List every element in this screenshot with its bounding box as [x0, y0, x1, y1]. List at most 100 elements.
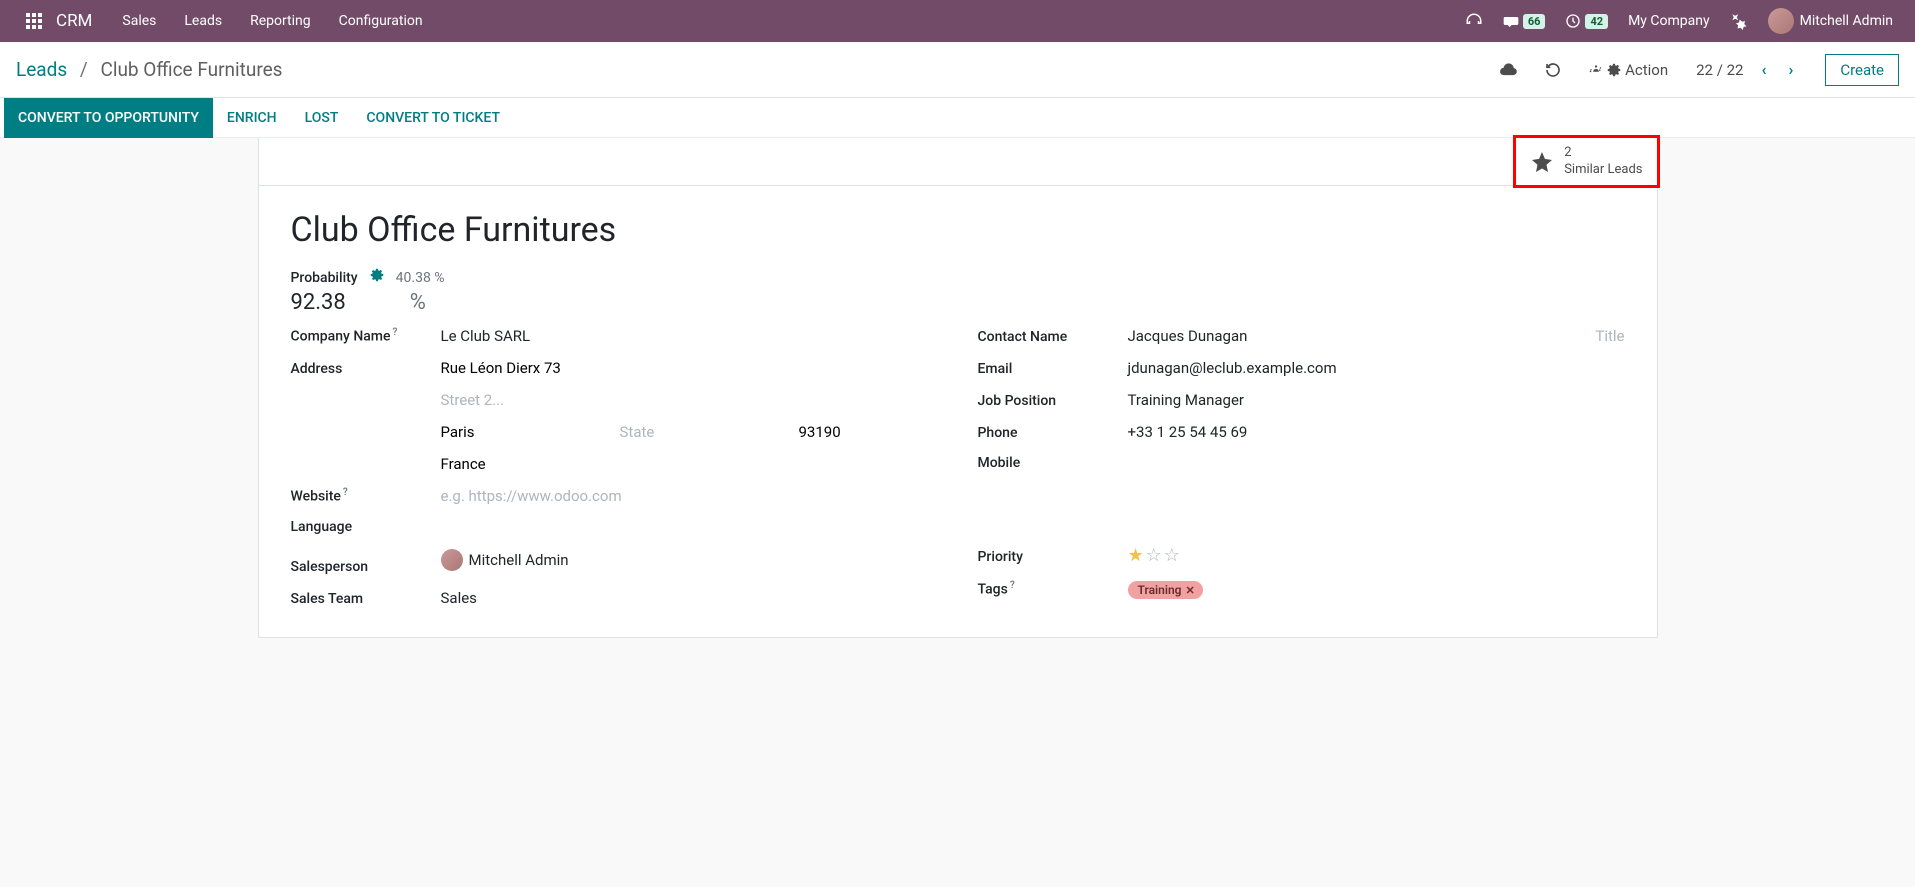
- salesperson-field[interactable]: Mitchell Admin: [441, 549, 938, 571]
- form-container: 2 Similar Leads Club Office Furnitures P…: [0, 138, 1915, 638]
- convert-opportunity-button[interactable]: CONVERT TO OPPORTUNITY: [4, 98, 213, 138]
- breadcrumb: Leads / Club Office Furnitures: [16, 58, 282, 81]
- status-bar: CONVERT TO OPPORTUNITY ENRICH LOST CONVE…: [0, 98, 1915, 138]
- zip-field[interactable]: 93190: [799, 423, 938, 441]
- language-row: Language: [291, 519, 938, 535]
- probability-value[interactable]: 92.38: [291, 290, 346, 315]
- similar-leads-label: Similar Leads: [1564, 162, 1642, 179]
- lost-button[interactable]: LOST: [291, 98, 353, 138]
- navbar-left: CRM Sales Leads Reporting Configuration: [16, 0, 437, 42]
- company-switcher[interactable]: My Company: [1622, 0, 1716, 42]
- convert-ticket-button[interactable]: CONVERT TO TICKET: [352, 98, 514, 138]
- avatar-icon: [441, 549, 463, 571]
- company-name-label: Company Name?: [291, 327, 441, 345]
- mobile-row: Mobile: [978, 455, 1625, 471]
- address-row: Address Rue Léon Dierx 73 Street 2... Pa…: [291, 359, 938, 473]
- website-label: Website?: [291, 487, 441, 505]
- gear-icon[interactable]: [370, 268, 384, 282]
- website-field[interactable]: e.g. https://www.odoo.com: [441, 487, 938, 505]
- address-grid: Rue Léon Dierx 73 Street 2... Paris Stat…: [441, 359, 938, 473]
- phone-field[interactable]: +33 1 25 54 45 69: [1128, 423, 1625, 441]
- company-name-row: Company Name? Le Club SARL: [291, 327, 938, 345]
- pager-prev[interactable]: ‹: [1757, 60, 1770, 79]
- probability-auto-value: 40.38 %: [396, 270, 445, 286]
- email-row: Email jdunagan@leclub.example.com: [978, 359, 1625, 377]
- nav-configuration[interactable]: Configuration: [325, 0, 437, 42]
- create-button[interactable]: Create: [1825, 54, 1899, 86]
- similar-leads-button[interactable]: 2 Similar Leads: [1516, 138, 1656, 185]
- probability-symbol: %: [410, 290, 426, 315]
- country-field[interactable]: France: [441, 455, 938, 473]
- phone-label: Phone: [978, 425, 1128, 441]
- email-label: Email: [978, 361, 1128, 377]
- activities-badge: 42: [1585, 14, 1608, 29]
- similar-leads-count: 2: [1564, 145, 1642, 162]
- nav-sales[interactable]: Sales: [108, 0, 170, 42]
- sales-team-field[interactable]: Sales: [441, 589, 938, 607]
- close-icon[interactable]: ✕: [1186, 584, 1195, 597]
- street-field[interactable]: Rue Léon Dierx 73: [441, 359, 938, 377]
- street2-field[interactable]: Street 2...: [441, 391, 938, 409]
- pager-value[interactable]: 22 / 22: [1696, 61, 1743, 79]
- priority-label: Priority: [978, 549, 1128, 565]
- help-icon[interactable]: ?: [343, 487, 348, 498]
- breadcrumb-root[interactable]: Leads: [16, 58, 67, 81]
- navbar-right: 66 42 My Company Mitchell Admin: [1459, 0, 1899, 42]
- nav-leads[interactable]: Leads: [170, 0, 236, 42]
- right-column: Contact Name Jacques Dunagan Title Email…: [978, 327, 1625, 621]
- salesperson-name: Mitchell Admin: [469, 551, 569, 569]
- left-column: Company Name? Le Club SARL Address Rue L…: [291, 327, 938, 621]
- voip-icon[interactable]: [1459, 0, 1489, 42]
- tags-row: Tags? Training ✕: [978, 580, 1625, 599]
- phone-row: Phone +33 1 25 54 45 69: [978, 423, 1625, 441]
- nav-reporting[interactable]: Reporting: [236, 0, 325, 42]
- enrich-button[interactable]: ENRICH: [213, 98, 291, 138]
- action-menu[interactable]: Action: [1589, 61, 1668, 79]
- action-label: Action: [1625, 61, 1668, 79]
- undo-icon[interactable]: [1545, 62, 1561, 78]
- pager-next[interactable]: ›: [1784, 60, 1797, 79]
- job-position-field[interactable]: Training Manager: [1128, 391, 1625, 409]
- help-icon[interactable]: ?: [1010, 580, 1015, 591]
- star-2-icon[interactable]: ☆: [1146, 545, 1162, 566]
- contact-title-field[interactable]: Title: [1595, 327, 1624, 345]
- priority-row: Priority ★ ☆ ☆: [978, 545, 1625, 566]
- messages-badge: 66: [1523, 14, 1546, 29]
- user-menu[interactable]: Mitchell Admin: [1762, 0, 1899, 42]
- contact-name-value: Jacques Dunagan: [1128, 327, 1248, 345]
- contact-name-row: Contact Name Jacques Dunagan Title: [978, 327, 1625, 345]
- star-3-icon[interactable]: ☆: [1164, 545, 1180, 566]
- website-row: Website? e.g. https://www.odoo.com: [291, 487, 938, 505]
- two-column-layout: Company Name? Le Club SARL Address Rue L…: [291, 327, 1625, 621]
- probability-label: Probability: [291, 270, 358, 286]
- tags-field[interactable]: Training ✕: [1128, 580, 1625, 599]
- button-box: 2 Similar Leads: [259, 138, 1657, 186]
- mobile-label: Mobile: [978, 455, 1128, 471]
- priority-field[interactable]: ★ ☆ ☆: [1128, 545, 1625, 566]
- contact-name-field[interactable]: Jacques Dunagan Title: [1128, 327, 1625, 345]
- salesperson-row: Salesperson Mitchell Admin: [291, 549, 938, 575]
- breadcrumb-separator: /: [72, 58, 96, 81]
- activities-icon[interactable]: 42: [1559, 0, 1614, 42]
- company-name-value[interactable]: Le Club SARL: [441, 327, 938, 345]
- user-name: Mitchell Admin: [1800, 13, 1893, 29]
- sales-team-label: Sales Team: [291, 591, 441, 607]
- sales-team-row: Sales Team Sales: [291, 589, 938, 607]
- avatar-icon: [1768, 8, 1794, 34]
- apps-icon[interactable]: [16, 13, 52, 29]
- control-bar: Leads / Club Office Furnitures Action 22…: [0, 42, 1915, 98]
- job-position-label: Job Position: [978, 393, 1128, 409]
- tag-training[interactable]: Training ✕: [1128, 581, 1203, 599]
- state-field[interactable]: State: [620, 423, 759, 441]
- star-icon: [1530, 150, 1554, 174]
- star-1-icon[interactable]: ★: [1128, 545, 1144, 566]
- help-icon[interactable]: ?: [393, 327, 398, 338]
- language-label: Language: [291, 519, 441, 535]
- email-field[interactable]: jdunagan@leclub.example.com: [1128, 359, 1625, 377]
- brand-label[interactable]: CRM: [52, 11, 108, 31]
- messages-icon[interactable]: 66: [1497, 0, 1552, 42]
- city-field[interactable]: Paris: [441, 423, 580, 441]
- cloud-upload-icon[interactable]: [1499, 61, 1517, 79]
- debug-icon[interactable]: [1724, 0, 1754, 42]
- lead-title[interactable]: Club Office Furnitures: [291, 210, 1625, 250]
